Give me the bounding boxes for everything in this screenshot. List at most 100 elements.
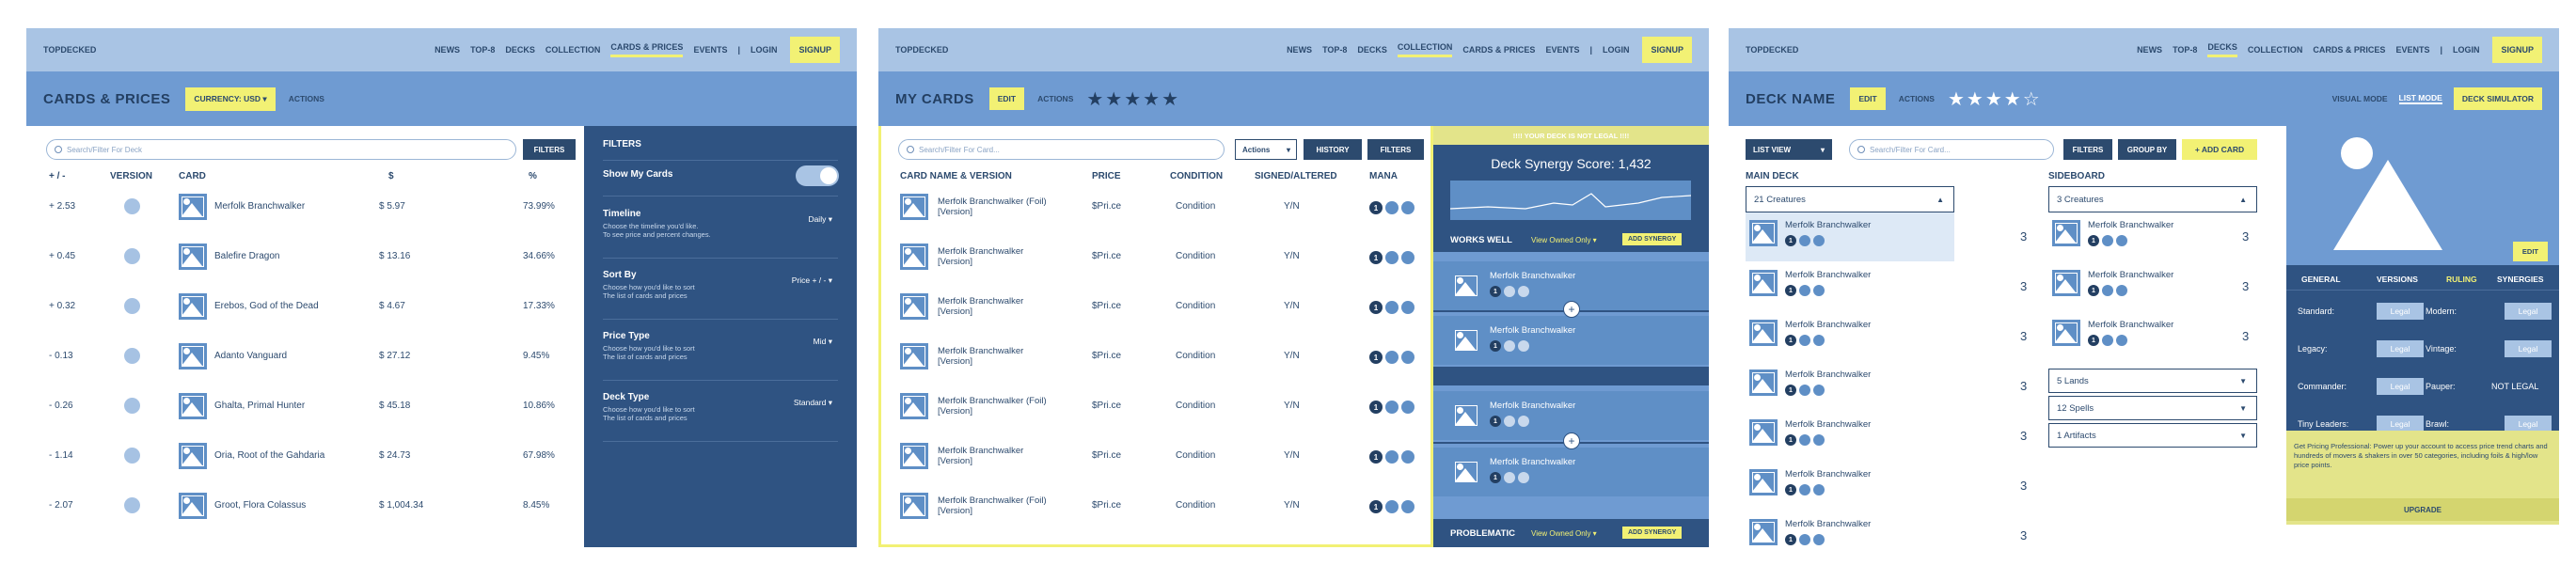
card-name[interactable]: Merfolk Branchwalker bbox=[1785, 419, 1871, 430]
card-quantity[interactable]: 3 bbox=[2242, 279, 2249, 293]
side-group-dropdown[interactable]: 3 Creatures ▲ bbox=[2048, 186, 2257, 212]
nav-login[interactable]: LOGIN bbox=[2453, 45, 2480, 55]
card-name[interactable]: Balefire Dragon bbox=[214, 251, 279, 261]
card-name[interactable]: Groot, Flora Colassus bbox=[214, 500, 306, 511]
card-thumbnail[interactable] bbox=[900, 443, 928, 469]
card-thumbnail[interactable] bbox=[179, 343, 207, 369]
card-name[interactable]: Merfolk Branchwalker bbox=[214, 201, 305, 212]
synergy-card[interactable]: Merfolk Branchwalker 1 bbox=[1433, 316, 1709, 365]
nav-news[interactable]: NEWS bbox=[2137, 45, 2162, 55]
card-name[interactable]: Merfolk Branchwalker bbox=[1785, 220, 1871, 230]
search-input[interactable]: Search/Filter For Card... bbox=[1849, 139, 2054, 160]
card-thumbnail[interactable] bbox=[179, 293, 207, 320]
actions-menu[interactable]: ACTIONS bbox=[1899, 94, 1935, 103]
version-icon[interactable] bbox=[124, 198, 140, 214]
card-thumbnail[interactable] bbox=[1749, 220, 1778, 246]
card-quantity[interactable]: 3 bbox=[2020, 429, 2027, 443]
nav-news[interactable]: NEWS bbox=[435, 45, 460, 55]
card-quantity[interactable]: 3 bbox=[2242, 329, 2249, 343]
filter-select[interactable]: Daily ▾ bbox=[808, 214, 832, 225]
card-thumbnail[interactable] bbox=[900, 244, 928, 270]
nav-login[interactable]: LOGIN bbox=[1603, 45, 1630, 55]
card-thumbnail[interactable] bbox=[179, 493, 207, 519]
card-thumbnail[interactable] bbox=[1749, 419, 1778, 446]
card-thumbnail[interactable] bbox=[179, 393, 207, 419]
nav-collection[interactable]: COLLECTION bbox=[545, 45, 601, 55]
card-name-version[interactable]: Merfolk Branchwalker [Version] bbox=[938, 446, 1023, 466]
card-quantity[interactable]: 3 bbox=[2020, 329, 2027, 343]
nav-login[interactable]: LOGIN bbox=[751, 45, 778, 55]
add-icon[interactable]: + bbox=[1563, 301, 1580, 318]
card-quantity[interactable]: 3 bbox=[2242, 229, 2249, 244]
view-owned-toggle[interactable]: View Owned Only ▾ bbox=[1531, 529, 1597, 538]
card-name[interactable]: Oria, Root of the Gahdaria bbox=[214, 450, 324, 461]
list-view-select[interactable]: LIST VIEW ▾ bbox=[1746, 139, 1832, 160]
card-thumbnail[interactable] bbox=[900, 393, 928, 419]
actions-select[interactable]: Actions ▾ bbox=[1235, 139, 1297, 160]
nav-decks[interactable]: DECKS bbox=[2207, 42, 2237, 57]
signup-button[interactable]: SIGNUP bbox=[790, 37, 840, 63]
history-button[interactable]: HISTORY bbox=[1304, 139, 1362, 160]
tab-versions[interactable]: VERSIONS bbox=[2377, 275, 2418, 284]
side-group-dropdown[interactable]: 5 Lands ▼ bbox=[2048, 369, 2257, 393]
tab-synergies[interactable]: SYNERGIES bbox=[2497, 275, 2544, 284]
nav-events[interactable]: EVENTS bbox=[693, 45, 727, 55]
card-thumbnail[interactable] bbox=[2052, 320, 2080, 346]
card-thumbnail[interactable] bbox=[900, 194, 928, 220]
card-name[interactable]: Ghalta, Primal Hunter bbox=[214, 401, 305, 411]
card-quantity[interactable]: 3 bbox=[2020, 479, 2027, 493]
filter-select[interactable]: Price + / - ▾ bbox=[792, 275, 832, 286]
add-synergy-button[interactable]: ADD SYNERGY bbox=[1622, 233, 1683, 245]
view-owned-toggle[interactable]: View Owned Only ▾ bbox=[1531, 236, 1597, 244]
currency-select[interactable]: CURRENCY: USD ▾ bbox=[185, 86, 276, 111]
nav-cards-prices[interactable]: CARDS & PRICES bbox=[610, 42, 684, 57]
nav-top8[interactable]: TOP-8 bbox=[2173, 45, 2197, 55]
nav-decks[interactable]: DECKS bbox=[505, 45, 535, 55]
nav-cards-prices[interactable]: CARDS & PRICES bbox=[1462, 45, 1535, 55]
filter-select[interactable]: Standard ▾ bbox=[794, 398, 832, 408]
version-icon[interactable] bbox=[124, 348, 140, 364]
filters-button[interactable]: FILTERS bbox=[523, 139, 576, 160]
side-group-dropdown[interactable]: 12 Spells ▼ bbox=[2048, 396, 2257, 420]
visual-mode-tab[interactable]: VISUAL MODE bbox=[2332, 94, 2388, 103]
card-thumbnail[interactable] bbox=[2052, 220, 2080, 246]
logo[interactable]: TOPDECKED bbox=[1746, 45, 2126, 55]
card-name[interactable]: Merfolk Branchwalker bbox=[1785, 519, 1871, 529]
actions-menu[interactable]: ACTIONS bbox=[1037, 94, 1073, 103]
side-group-dropdown[interactable]: 1 Artifacts ▼ bbox=[2048, 423, 2257, 448]
actions-menu[interactable]: ACTIONS bbox=[289, 94, 324, 103]
card-name[interactable]: Erebos, God of the Dead bbox=[214, 301, 319, 311]
nav-events[interactable]: EVENTS bbox=[1545, 45, 1579, 55]
filters-button[interactable]: FILTERS bbox=[2063, 139, 2112, 160]
card-thumbnail[interactable] bbox=[179, 244, 207, 270]
logo[interactable]: TOPDECKED bbox=[895, 45, 1276, 55]
nav-collection[interactable]: COLLECTION bbox=[1397, 42, 1453, 57]
card-name-version[interactable]: Merfolk Branchwalker [Version] bbox=[938, 246, 1023, 267]
filters-button[interactable]: FILTERS bbox=[1367, 139, 1424, 160]
add-synergy-button[interactable]: ADD SYNERGY bbox=[1622, 527, 1683, 539]
rating-stars[interactable]: ★★★★☆ bbox=[1948, 87, 2042, 111]
nav-collection[interactable]: COLLECTION bbox=[2248, 45, 2303, 55]
main-group-dropdown[interactable]: 21 Creatures ▲ bbox=[1746, 186, 1954, 212]
version-icon[interactable] bbox=[124, 497, 140, 513]
group-by-button[interactable]: GROUP BY bbox=[2118, 139, 2176, 160]
card-thumbnail[interactable] bbox=[900, 343, 928, 369]
signup-button[interactable]: SIGNUP bbox=[1642, 37, 1692, 63]
card-quantity[interactable]: 3 bbox=[2020, 379, 2027, 393]
card-name[interactable]: Merfolk Branchwalker bbox=[1785, 369, 1871, 380]
signup-button[interactable]: SIGNUP bbox=[2492, 37, 2542, 63]
card-quantity[interactable]: 3 bbox=[2020, 528, 2027, 542]
upgrade-button[interactable]: UPGRADE bbox=[2286, 498, 2559, 521]
add-icon[interactable]: + bbox=[1563, 432, 1580, 449]
card-name-version[interactable]: Merfolk Branchwalker (Foil) [Version] bbox=[938, 396, 1047, 417]
card-name[interactable]: Merfolk Branchwalker bbox=[2088, 270, 2173, 280]
card-edit-button[interactable]: EDIT bbox=[2512, 242, 2548, 261]
card-thumbnail[interactable] bbox=[900, 493, 928, 519]
tab-ruling[interactable]: RULING bbox=[2446, 275, 2477, 284]
card-name[interactable]: Merfolk Branchwalker bbox=[2088, 320, 2173, 330]
search-input[interactable]: Search/Filter For Card... bbox=[898, 139, 1225, 160]
nav-events[interactable]: EVENTS bbox=[2395, 45, 2429, 55]
card-name[interactable]: Adanto Vanguard bbox=[214, 351, 287, 361]
nav-news[interactable]: NEWS bbox=[1287, 45, 1312, 55]
edit-button[interactable]: EDIT bbox=[1850, 87, 1886, 110]
